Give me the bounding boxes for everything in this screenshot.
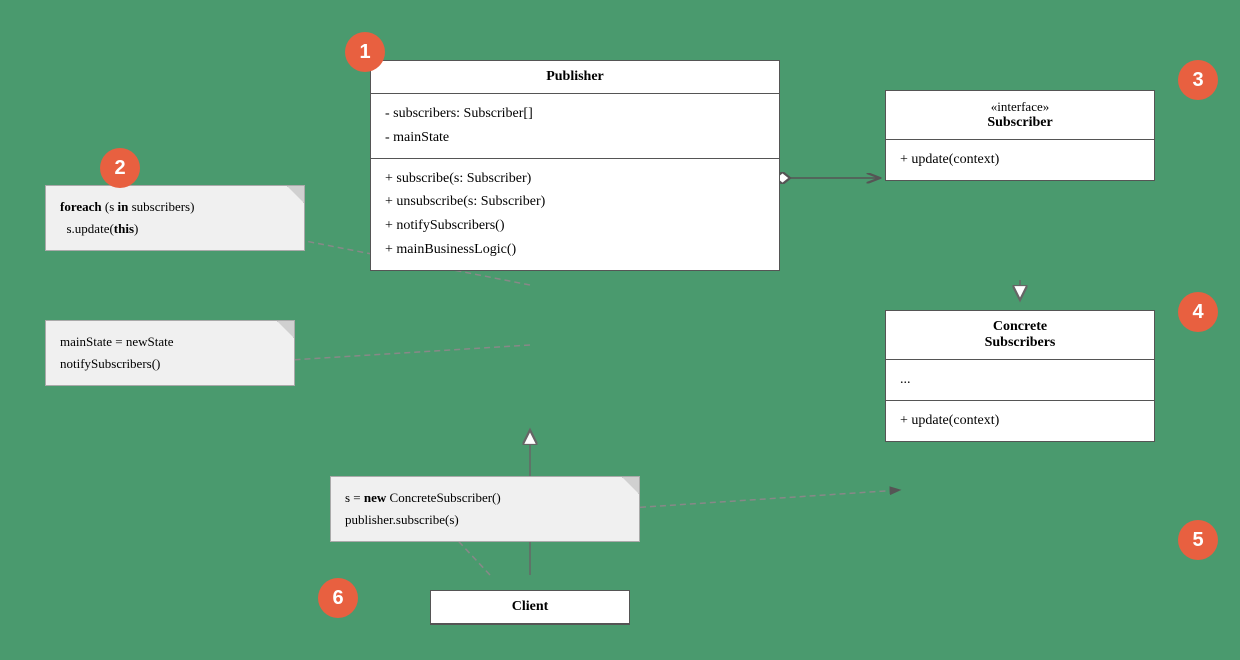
note-mainstate-line1: mainState = newState bbox=[60, 331, 280, 353]
publisher-fields: - subscribers: Subscriber[] - mainState bbox=[371, 94, 779, 159]
publisher-method-1: + subscribe(s: Subscriber) bbox=[385, 167, 765, 191]
num-circle-3: 3 bbox=[1178, 60, 1218, 100]
num-circle-1: 1 bbox=[345, 32, 385, 72]
concrete-subscribers-box: ConcreteSubscribers ... + update(context… bbox=[885, 310, 1155, 442]
subscriber-method-1: + update(context) bbox=[900, 148, 1140, 172]
client-title: Client bbox=[431, 591, 629, 624]
publisher-methods: + subscribe(s: Subscriber) + unsubscribe… bbox=[371, 159, 779, 270]
note-foreach-line2: s.update(this) bbox=[60, 218, 290, 240]
publisher-method-3: + notifySubscribers() bbox=[385, 214, 765, 238]
num-circle-5: 5 bbox=[1178, 520, 1218, 560]
publisher-box: Publisher - subscribers: Subscriber[] - … bbox=[370, 60, 780, 271]
client-box: Client bbox=[430, 590, 630, 625]
subscriber-box: «interface» Subscriber + update(context) bbox=[885, 90, 1155, 181]
subscriber-stereotype: «interface» bbox=[900, 99, 1140, 115]
publisher-method-2: + unsubscribe(s: Subscriber) bbox=[385, 190, 765, 214]
concrete-subscribers-fields: ... bbox=[886, 360, 1154, 401]
publisher-title: Publisher bbox=[371, 61, 779, 94]
subscriber-methods: + update(context) bbox=[886, 140, 1154, 180]
subscriber-name: Subscriber bbox=[900, 115, 1140, 131]
diagram-container: Publisher - subscribers: Subscriber[] - … bbox=[0, 0, 1240, 660]
publisher-method-4: + mainBusinessLogic() bbox=[385, 238, 765, 262]
concrete-subscribers-name: ConcreteSubscribers bbox=[985, 319, 1056, 350]
num-circle-2: 2 bbox=[100, 148, 140, 188]
concrete-subscribers-title: ConcreteSubscribers bbox=[886, 311, 1154, 360]
concrete-field-1: ... bbox=[900, 368, 1140, 392]
publisher-field-2: - mainState bbox=[385, 126, 765, 150]
concrete-subscribers-methods: + update(context) bbox=[886, 401, 1154, 441]
note-new-subscriber: s = new ConcreteSubscriber() publisher.s… bbox=[330, 476, 640, 542]
note-foreach-line1: foreach (s in subscribers) bbox=[60, 196, 290, 218]
note-new-sub-line2: publisher.subscribe(s) bbox=[345, 509, 625, 531]
publisher-field-1: - subscribers: Subscriber[] bbox=[385, 102, 765, 126]
note-new-sub-line1: s = new ConcreteSubscriber() bbox=[345, 487, 625, 509]
note-foreach: foreach (s in subscribers) s.update(this… bbox=[45, 185, 305, 251]
note-mainstate-line2: notifySubscribers() bbox=[60, 353, 280, 375]
subscriber-title: «interface» Subscriber bbox=[886, 91, 1154, 140]
num-circle-6: 6 bbox=[318, 578, 358, 618]
num-circle-4: 4 bbox=[1178, 292, 1218, 332]
note-mainstate: mainState = newState notifySubscribers() bbox=[45, 320, 295, 386]
concrete-method-1: + update(context) bbox=[900, 409, 1140, 433]
